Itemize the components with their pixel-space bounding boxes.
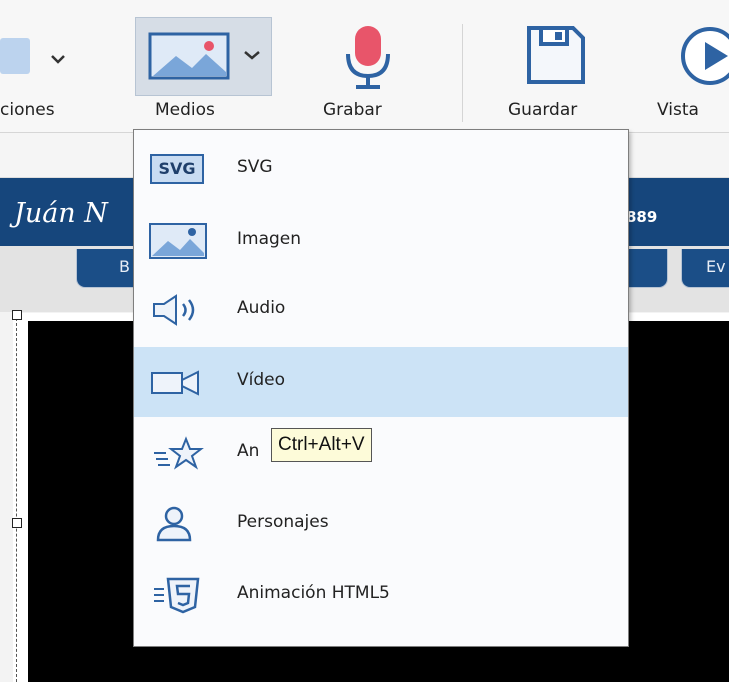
star-animation-icon <box>154 436 204 470</box>
chevron-down-icon <box>244 51 260 60</box>
menu-item-html5-animation-label: Animación HTML5 <box>237 583 390 603</box>
ribbon-toolbar: ciones Medios Grabar Guardar Vista <box>0 0 729 133</box>
preview-button[interactable]: Vista <box>650 18 729 126</box>
menu-item-audio-label: Audio <box>237 298 286 318</box>
image-icon <box>148 32 230 80</box>
menu-item-video-label: Vídeo <box>237 370 286 390</box>
menu-item-video[interactable]: Vídeo <box>134 347 628 417</box>
image-icon <box>149 223 207 259</box>
menu-item-characters-label: Personajes <box>237 512 329 532</box>
project-tab-b-label: B <box>119 257 130 276</box>
previous-tool-button[interactable]: ciones <box>0 20 95 128</box>
preview-button-label: Vista <box>657 100 699 120</box>
resize-handle-top[interactable] <box>12 310 22 320</box>
menu-item-animation-label: An <box>237 441 260 461</box>
speaker-icon <box>153 294 195 326</box>
previous-tool-icon <box>0 38 65 74</box>
person-icon <box>156 506 192 542</box>
svg-icon: SVG <box>148 149 208 189</box>
media-button[interactable] <box>135 17 272 96</box>
save-button[interactable]: Guardar <box>500 18 610 126</box>
author-name: Juán N <box>14 198 108 229</box>
media-dropdown-menu: SVG SVG Imagen Audio Vídeo An Personajes… <box>133 129 629 647</box>
menu-item-characters[interactable]: Personajes <box>134 489 628 559</box>
menu-item-svg[interactable]: SVG SVG <box>134 134 628 204</box>
resize-handle-middle[interactable] <box>12 518 22 528</box>
svg-badge: SVG <box>150 154 204 184</box>
media-button-label: Medios <box>155 100 215 120</box>
previous-tool-label: ciones <box>0 100 55 120</box>
record-button-label: Grabar <box>323 100 382 120</box>
menu-item-image[interactable]: Imagen <box>134 206 628 276</box>
menu-item-image-label: Imagen <box>237 229 302 249</box>
video-camera-icon <box>151 370 199 396</box>
menu-item-html5-animation[interactable]: Animación HTML5 <box>134 560 628 630</box>
menu-item-svg-label: SVG <box>237 157 273 177</box>
microphone-icon <box>346 26 390 89</box>
record-button[interactable]: Grabar <box>318 18 418 126</box>
shortcut-tooltip: Ctrl+Alt+V <box>271 428 372 462</box>
html5-icon <box>154 577 200 614</box>
floppy-disk-icon <box>527 26 585 84</box>
toolbar-separator <box>462 24 463 122</box>
menu-item-audio[interactable]: Audio <box>134 275 628 345</box>
menu-item-animation[interactable]: An <box>134 418 628 488</box>
save-button-label: Guardar <box>508 100 578 120</box>
project-tab-ev[interactable]: Ev <box>681 249 729 288</box>
project-number: 889 <box>626 208 658 226</box>
play-icon <box>681 27 729 85</box>
selection-border <box>16 318 17 682</box>
project-tab-ev-label: Ev <box>706 257 726 276</box>
